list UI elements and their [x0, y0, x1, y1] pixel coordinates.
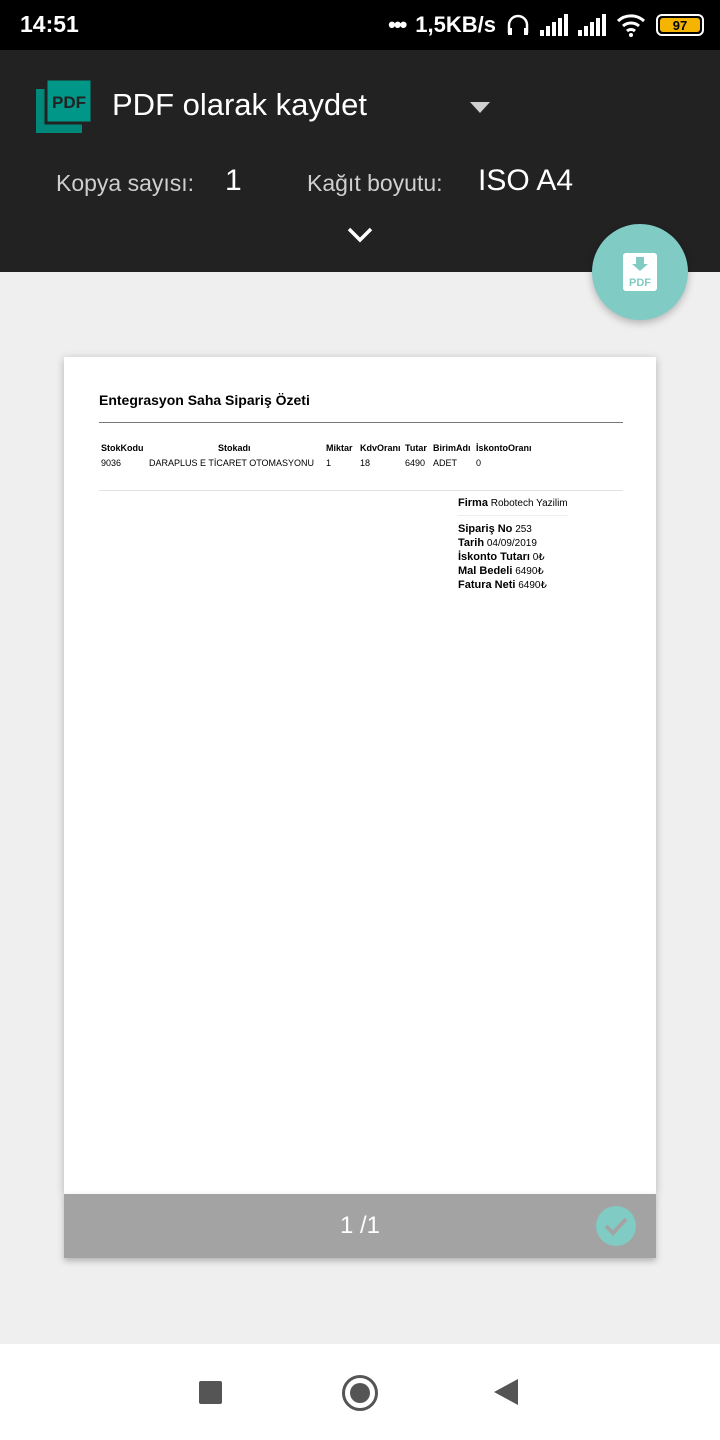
copies-value[interactable]: 1: [225, 164, 242, 198]
table-cell: DARAPLUS E TİCARET OTOMASYONU: [149, 458, 315, 468]
headphones-icon: [507, 14, 529, 35]
divider: [99, 422, 623, 423]
network-speed: 1,5KB/s: [415, 12, 496, 37]
status-dots: •••: [388, 12, 407, 37]
square-recents-icon[interactable]: [199, 1381, 222, 1404]
copies-label: Kopya sayısı:: [56, 170, 195, 196]
table-cell: ADET: [433, 458, 458, 468]
pdf-file-icon: PDF: [36, 79, 92, 133]
battery-level: 97: [672, 17, 688, 33]
divider: [458, 515, 568, 516]
check-icon[interactable]: [596, 1206, 636, 1246]
battery-icon: 97: [656, 14, 704, 36]
column-header: Miktar: [326, 443, 353, 453]
table-cell: 6490: [405, 458, 426, 468]
column-header: İskontoOranı: [476, 443, 532, 453]
divider: [99, 490, 623, 491]
column-header: Tutar: [405, 443, 427, 453]
chevron-down-icon[interactable]: [346, 226, 374, 244]
table-cell: 18: [360, 458, 371, 468]
pdf-download-icon: PDF: [623, 253, 657, 291]
paper-size-value[interactable]: ISO A4: [478, 164, 573, 198]
summary-tarih: Tarih 04/09/2019: [458, 537, 537, 549]
table-cell: 0: [476, 458, 482, 468]
svg-text:PDF: PDF: [629, 277, 651, 289]
signal-icon: [540, 14, 568, 36]
wifi-icon: [616, 14, 646, 37]
navigation-bar: [0, 1344, 720, 1440]
summary-mal-bedeli: Mal Bedeli 6490₺: [458, 565, 544, 577]
page-preview-footer: 1 /1: [64, 1194, 656, 1258]
summary-iskonto: İskonto Tutarı 0₺: [458, 551, 545, 563]
summary-siparis-no: Sipariş No 253: [458, 523, 532, 535]
triangle-back-icon[interactable]: [494, 1379, 518, 1405]
printer-select[interactable]: PDF olarak kaydet: [112, 87, 367, 123]
save-pdf-button[interactable]: PDF: [592, 224, 688, 320]
summary-fatura-neti: Fatura Neti 6490₺: [458, 579, 547, 591]
page-counter: 1 /1: [339, 1212, 381, 1239]
dropdown-arrow-icon[interactable]: [470, 102, 490, 114]
table-cell: 9036: [101, 458, 122, 468]
page-preview[interactable]: Entegrasyon Saha Sipariş Özeti StokKodu …: [64, 357, 656, 1194]
column-header: BirimAdı: [433, 443, 471, 453]
status-time: 14:51: [20, 11, 79, 37]
document-title: Entegrasyon Saha Sipariş Özeti: [99, 392, 310, 408]
paper-size-label: Kağıt boyutu:: [307, 170, 443, 196]
column-header: StokKodu: [101, 443, 144, 453]
signal-icon-2: [578, 14, 606, 36]
status-bar: 14:51 ••• 1,5KB/s 97: [0, 0, 720, 50]
svg-text:PDF: PDF: [52, 93, 86, 112]
summary-firma: Firma Robotech Yazilim: [458, 497, 568, 509]
column-header: KdvOranı: [360, 443, 401, 453]
column-header: Stokadı: [218, 443, 251, 453]
status-icons: ••• 1,5KB/s 97: [388, 10, 704, 40]
circle-home-icon[interactable]: [342, 1375, 378, 1411]
table-cell: 1: [326, 458, 332, 468]
